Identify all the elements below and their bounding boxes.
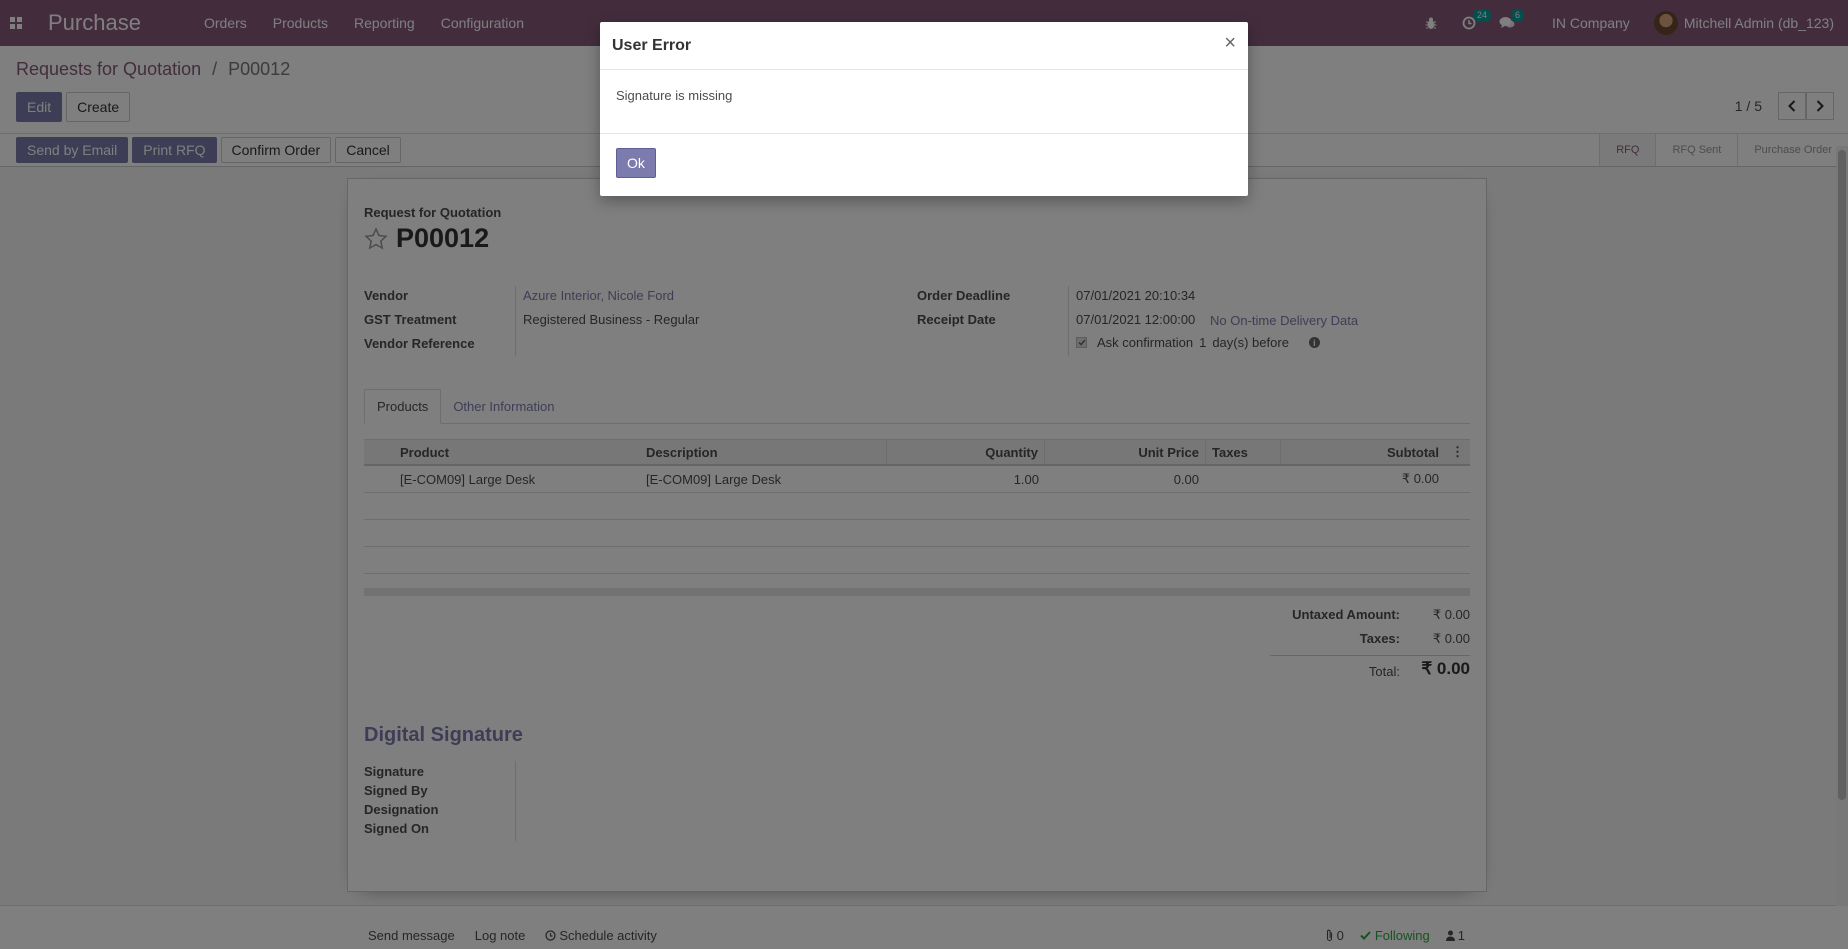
user-error-dialog: User Error × Signature is missing Ok: [600, 22, 1248, 196]
dialog-message: Signature is missing: [616, 88, 733, 103]
ok-button[interactable]: Ok: [616, 148, 656, 178]
dialog-title: User Error: [612, 37, 692, 54]
dialog-body: Signature is missing: [600, 70, 1248, 134]
dialog-footer: Ok: [600, 134, 1248, 194]
dialog-header: User Error ×: [600, 22, 1248, 70]
close-icon[interactable]: ×: [1224, 33, 1236, 53]
